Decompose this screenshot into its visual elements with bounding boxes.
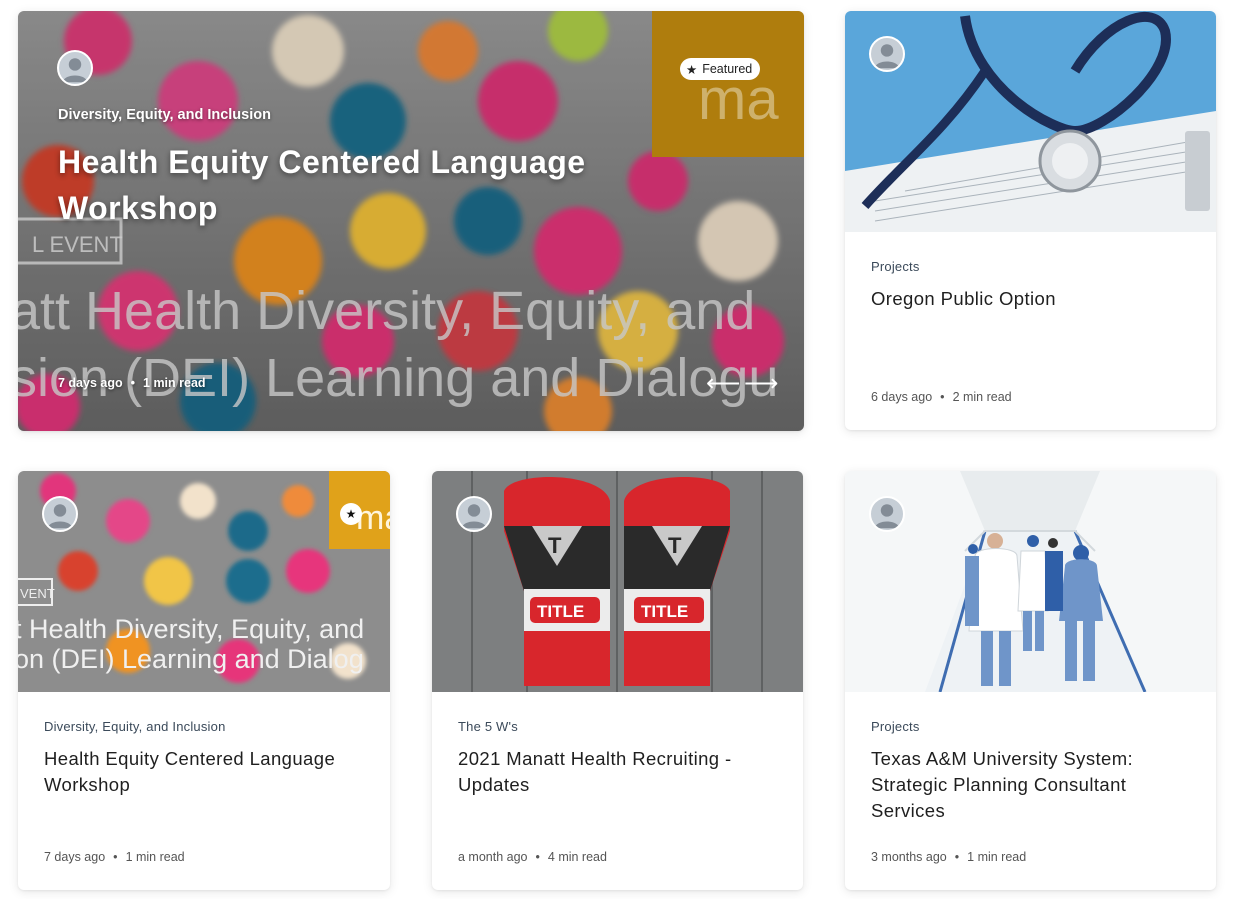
card-read-time: 1 min read bbox=[125, 850, 185, 864]
featured-category[interactable]: Diversity, Equity, and Inclusion bbox=[58, 107, 271, 123]
featured-title[interactable]: Health Equity Centered Language Workshop bbox=[58, 139, 658, 231]
card-meta: a month ago • 4 min read bbox=[458, 850, 607, 864]
author-avatar[interactable] bbox=[869, 36, 905, 72]
article-card[interactable]: T TITLE T TITLE The 5 W's 2021 Manatt He… bbox=[432, 471, 803, 890]
separator-dot: • bbox=[113, 850, 118, 864]
card-title[interactable]: Texas A&M University System: Strategic P… bbox=[871, 746, 1194, 824]
article-card[interactable]: Projects Oregon Public Option 6 days ago… bbox=[845, 11, 1216, 430]
featured-star-icon: ★ bbox=[340, 503, 362, 525]
card-read-time: 2 min read bbox=[952, 390, 1012, 404]
author-avatar[interactable] bbox=[57, 50, 93, 86]
card-read-time: 1 min read bbox=[967, 850, 1027, 864]
glove-logo-text: T bbox=[548, 533, 562, 558]
separator-dot: • bbox=[130, 376, 136, 390]
card-category[interactable]: Projects bbox=[871, 259, 920, 274]
card-title[interactable]: Health Equity Centered Language Workshop bbox=[44, 746, 368, 798]
card-date: 3 months ago bbox=[871, 850, 947, 864]
card-date: 6 days ago bbox=[871, 390, 933, 404]
author-avatar[interactable] bbox=[869, 496, 905, 532]
glove-brand-text: TITLE bbox=[537, 602, 584, 621]
author-avatar[interactable] bbox=[42, 496, 78, 532]
featured-date: 7 days ago bbox=[58, 376, 123, 390]
card-meta: 7 days ago • 1 min read bbox=[44, 850, 185, 864]
star-icon: ★ bbox=[686, 62, 698, 77]
article-card[interactable]: Projects Texas A&M University System: St… bbox=[845, 471, 1216, 890]
separator-dot: • bbox=[954, 850, 960, 864]
arrow-right-icon[interactable]: ⟶ bbox=[744, 371, 778, 397]
glove-logo-text: T bbox=[668, 533, 682, 558]
image-line-2: on (DEI) Learning and Dialog bbox=[18, 644, 364, 674]
separator-dot: • bbox=[940, 390, 945, 404]
article-card[interactable]: ma VENT t Health Diversity, Equity, and … bbox=[18, 471, 390, 890]
featured-card[interactable]: ma L EVENT att Health Diversity, Equity,… bbox=[18, 11, 804, 431]
card-title[interactable]: 2021 Manatt Health Recruiting - Updates bbox=[458, 746, 781, 798]
glove-brand-text: TITLE bbox=[641, 602, 688, 621]
card-date: 7 days ago bbox=[44, 850, 106, 864]
featured-meta: 7 days ago • 1 min read bbox=[58, 376, 206, 390]
card-meta: 6 days ago • 2 min read bbox=[871, 390, 1012, 404]
card-category[interactable]: Projects bbox=[871, 719, 920, 734]
image-line-1: t Health Diversity, Equity, and bbox=[18, 614, 364, 644]
card-meta: 3 months ago • 1 min read bbox=[871, 850, 1026, 864]
event-label-text: VENT bbox=[20, 586, 55, 601]
carousel-controls: ⟵ ⟶ bbox=[706, 371, 778, 397]
arrow-left-icon[interactable]: ⟵ bbox=[706, 371, 740, 397]
card-category[interactable]: The 5 W's bbox=[458, 719, 518, 734]
card-title[interactable]: Oregon Public Option bbox=[871, 286, 1194, 312]
author-avatar[interactable] bbox=[456, 496, 492, 532]
featured-read-time: 1 min read bbox=[143, 376, 206, 390]
separator-dot: • bbox=[535, 850, 540, 864]
featured-badge-label: Featured bbox=[702, 62, 753, 76]
card-category[interactable]: Diversity, Equity, and Inclusion bbox=[44, 719, 226, 734]
card-read-time: 4 min read bbox=[547, 850, 607, 864]
card-date: a month ago bbox=[458, 850, 528, 864]
featured-badge: ★ Featured bbox=[680, 58, 761, 80]
